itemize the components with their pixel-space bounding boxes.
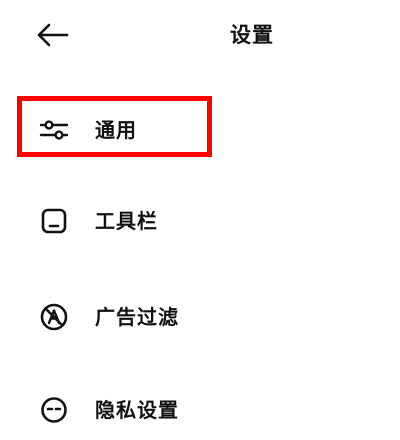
menu-item-general[interactable]: 通用	[20, 100, 340, 160]
menu-item-label: 广告过滤	[95, 305, 179, 329]
menu-item-label: 隐私设置	[95, 398, 179, 422]
settings-menu: 通用 工具栏 广告过滤 隐私设置	[0, 0, 400, 440]
ad-block-icon	[38, 301, 70, 333]
privacy-mask-icon	[38, 394, 70, 426]
menu-item-toolbar[interactable]: 工具栏	[20, 191, 340, 251]
menu-item-privacy[interactable]: 隐私设置	[20, 380, 340, 440]
menu-item-label: 通用	[95, 118, 137, 142]
menu-item-ad-filter[interactable]: 广告过滤	[20, 287, 340, 347]
menu-item-label: 工具栏	[95, 209, 158, 233]
sliders-icon	[38, 114, 70, 146]
toolbar-icon	[38, 205, 70, 237]
